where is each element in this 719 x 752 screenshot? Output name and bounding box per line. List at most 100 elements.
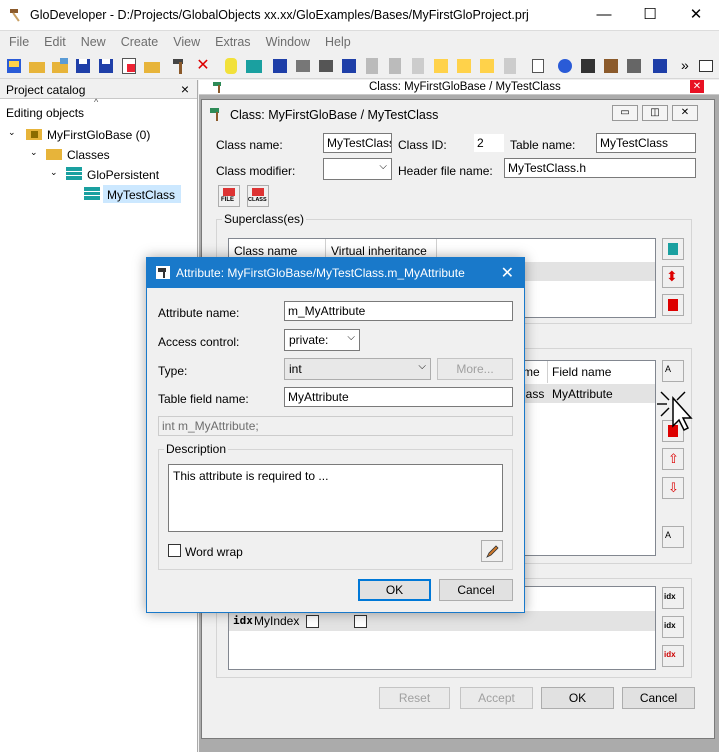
index-unique-checkbox[interactable]: [306, 615, 319, 628]
file-graphic: [223, 188, 235, 196]
more-button[interactable]: More...: [437, 358, 513, 380]
header-file-input[interactable]: MyTestClass.h: [504, 158, 696, 178]
superclass-remove-button[interactable]: [662, 294, 684, 316]
tools-icon[interactable]: [601, 56, 621, 76]
tree-item-classes[interactable]: Classes: [67, 148, 110, 162]
book-icon[interactable]: [696, 56, 716, 76]
menu-file[interactable]: File: [9, 35, 29, 49]
superclass-add-button[interactable]: [662, 238, 684, 260]
pages-icon[interactable]: [385, 56, 405, 76]
app-title-bar[interactable]: GloDeveloper - D:/Projects/GlobalObjects…: [0, 0, 719, 31]
maximize-button[interactable]: ☐: [627, 0, 673, 31]
class-window-caption: Class: MyFirstGloBase / MyTestClass ▭ ◫ …: [202, 100, 714, 127]
superclass-col-classname[interactable]: Class name: [234, 244, 297, 258]
minimize-button[interactable]: —: [581, 0, 627, 31]
attr-down-button[interactable]: ⇩: [662, 477, 684, 499]
close-button[interactable]: ✕: [673, 0, 719, 31]
attribute-name-input[interactable]: m_MyAttribute: [284, 301, 513, 321]
hierarchy-icon[interactable]: [528, 56, 548, 76]
superclass-up-button[interactable]: ⬍: [662, 266, 684, 288]
base-icon[interactable]: [270, 56, 290, 76]
attr-sort-button[interactable]: A: [662, 526, 684, 548]
header-file-icon[interactable]: [431, 56, 451, 76]
attribute-dialog-close-button[interactable]: ✕: [501, 263, 514, 283]
menu-help[interactable]: Help: [325, 35, 351, 49]
tree-item-base[interactable]: MyFirstGloBase (0): [47, 128, 150, 142]
page-icon[interactable]: [362, 56, 382, 76]
class-cancel-button[interactable]: Cancel: [622, 687, 695, 709]
file-button[interactable]: FILE: [218, 185, 240, 207]
word-wrap-checkbox[interactable]: [168, 544, 181, 557]
attribute-cancel-button[interactable]: Cancel: [439, 579, 513, 601]
tree-item-glopersistent[interactable]: GloPersistent: [87, 168, 159, 182]
menu-edit[interactable]: Edit: [44, 35, 66, 49]
windows-icon[interactable]: [650, 56, 670, 76]
attr-up-button[interactable]: ⇧: [662, 448, 684, 470]
menu-create[interactable]: Create: [121, 35, 159, 49]
build-hammer-icon[interactable]: [170, 56, 190, 76]
class-name-label: Class name:: [216, 138, 283, 152]
class-modifier-select[interactable]: ⌵: [323, 158, 392, 180]
grid-icon[interactable]: [578, 56, 598, 76]
tree-expander-icon[interactable]: ⌄: [50, 167, 58, 178]
access-control-select[interactable]: private: ⌵: [284, 329, 360, 351]
class-table-icon: [66, 167, 82, 180]
table-field-input[interactable]: MyAttribute: [284, 387, 513, 407]
object-icon[interactable]: [293, 56, 313, 76]
index-new-button[interactable]: idx: [662, 587, 684, 609]
delete-icon[interactable]: ✕: [193, 56, 213, 76]
attribute-ok-button[interactable]: OK: [358, 579, 431, 601]
objects-icon[interactable]: [316, 56, 336, 76]
attr-new-button[interactable]: A: [662, 360, 684, 382]
menu-window[interactable]: Window: [266, 35, 310, 49]
settings-icon[interactable]: [624, 56, 644, 76]
source-file-icon[interactable]: [477, 56, 497, 76]
accept-button[interactable]: Accept: [460, 687, 533, 709]
edit-description-button[interactable]: [481, 540, 503, 562]
description-textarea[interactable]: This attribute is required to ...: [168, 464, 503, 532]
superclass-col-virtual[interactable]: Virtual inheritance: [331, 244, 427, 258]
save-icon[interactable]: [73, 56, 93, 76]
class-table-icon[interactable]: [244, 56, 264, 76]
catalog-close-button[interactable]: ×: [181, 81, 189, 97]
open-file-icon[interactable]: [50, 56, 70, 76]
index-edit-button[interactable]: idx: [662, 616, 684, 638]
class-button[interactable]: CLASS: [247, 185, 269, 207]
class-ok-button[interactable]: OK: [541, 687, 614, 709]
class-restore-button[interactable]: ◫: [642, 105, 668, 121]
database-icon[interactable]: [221, 56, 241, 76]
menu-extras[interactable]: Extras: [215, 35, 250, 49]
attr-col-type[interactable]: me: [523, 365, 540, 379]
document-icon[interactable]: [408, 56, 428, 76]
table-name-input[interactable]: MyTestClass: [596, 133, 696, 153]
menu-view[interactable]: View: [173, 35, 200, 49]
file-icon: FILE: [221, 197, 234, 203]
tree-item-mytestclass[interactable]: MyTestClass: [107, 188, 175, 202]
new-project-icon[interactable]: [4, 56, 24, 76]
mdi-close-button[interactable]: ✕: [690, 80, 704, 93]
class-minimize-button[interactable]: ▭: [612, 105, 638, 121]
reset-button[interactable]: Reset: [379, 687, 450, 709]
list-icon[interactable]: [339, 56, 359, 76]
properties-icon[interactable]: [119, 56, 139, 76]
superclass-group-label: Superclass(es): [222, 212, 307, 226]
tree-expander-icon[interactable]: ⌄: [8, 127, 16, 138]
open-base-icon[interactable]: [142, 56, 162, 76]
open-folder-icon[interactable]: [27, 56, 47, 76]
table-name-label: Table name:: [510, 138, 576, 152]
toolbar-overflow[interactable]: »: [681, 57, 689, 73]
notes-icon[interactable]: [500, 56, 520, 76]
type-select[interactable]: int ⌵: [284, 358, 431, 380]
attribute-dialog-caption[interactable]: Attribute: MyFirstGloBase/MyTestClass.m_…: [147, 258, 524, 288]
globe-icon[interactable]: [555, 56, 575, 76]
class-close-button[interactable]: ✕: [672, 105, 698, 121]
tree-expander-icon[interactable]: ⌄: [30, 147, 38, 158]
index-other-checkbox[interactable]: [354, 615, 367, 628]
class-name-input[interactable]: MyTestClass: [323, 133, 392, 153]
save-all-icon[interactable]: [96, 56, 116, 76]
attr-col-field[interactable]: Field name: [552, 365, 611, 379]
index-delete-button[interactable]: idx: [662, 645, 684, 667]
collapse-caret-icon[interactable]: ^: [94, 97, 98, 107]
link-icon[interactable]: [454, 56, 474, 76]
menu-new[interactable]: New: [81, 35, 106, 49]
